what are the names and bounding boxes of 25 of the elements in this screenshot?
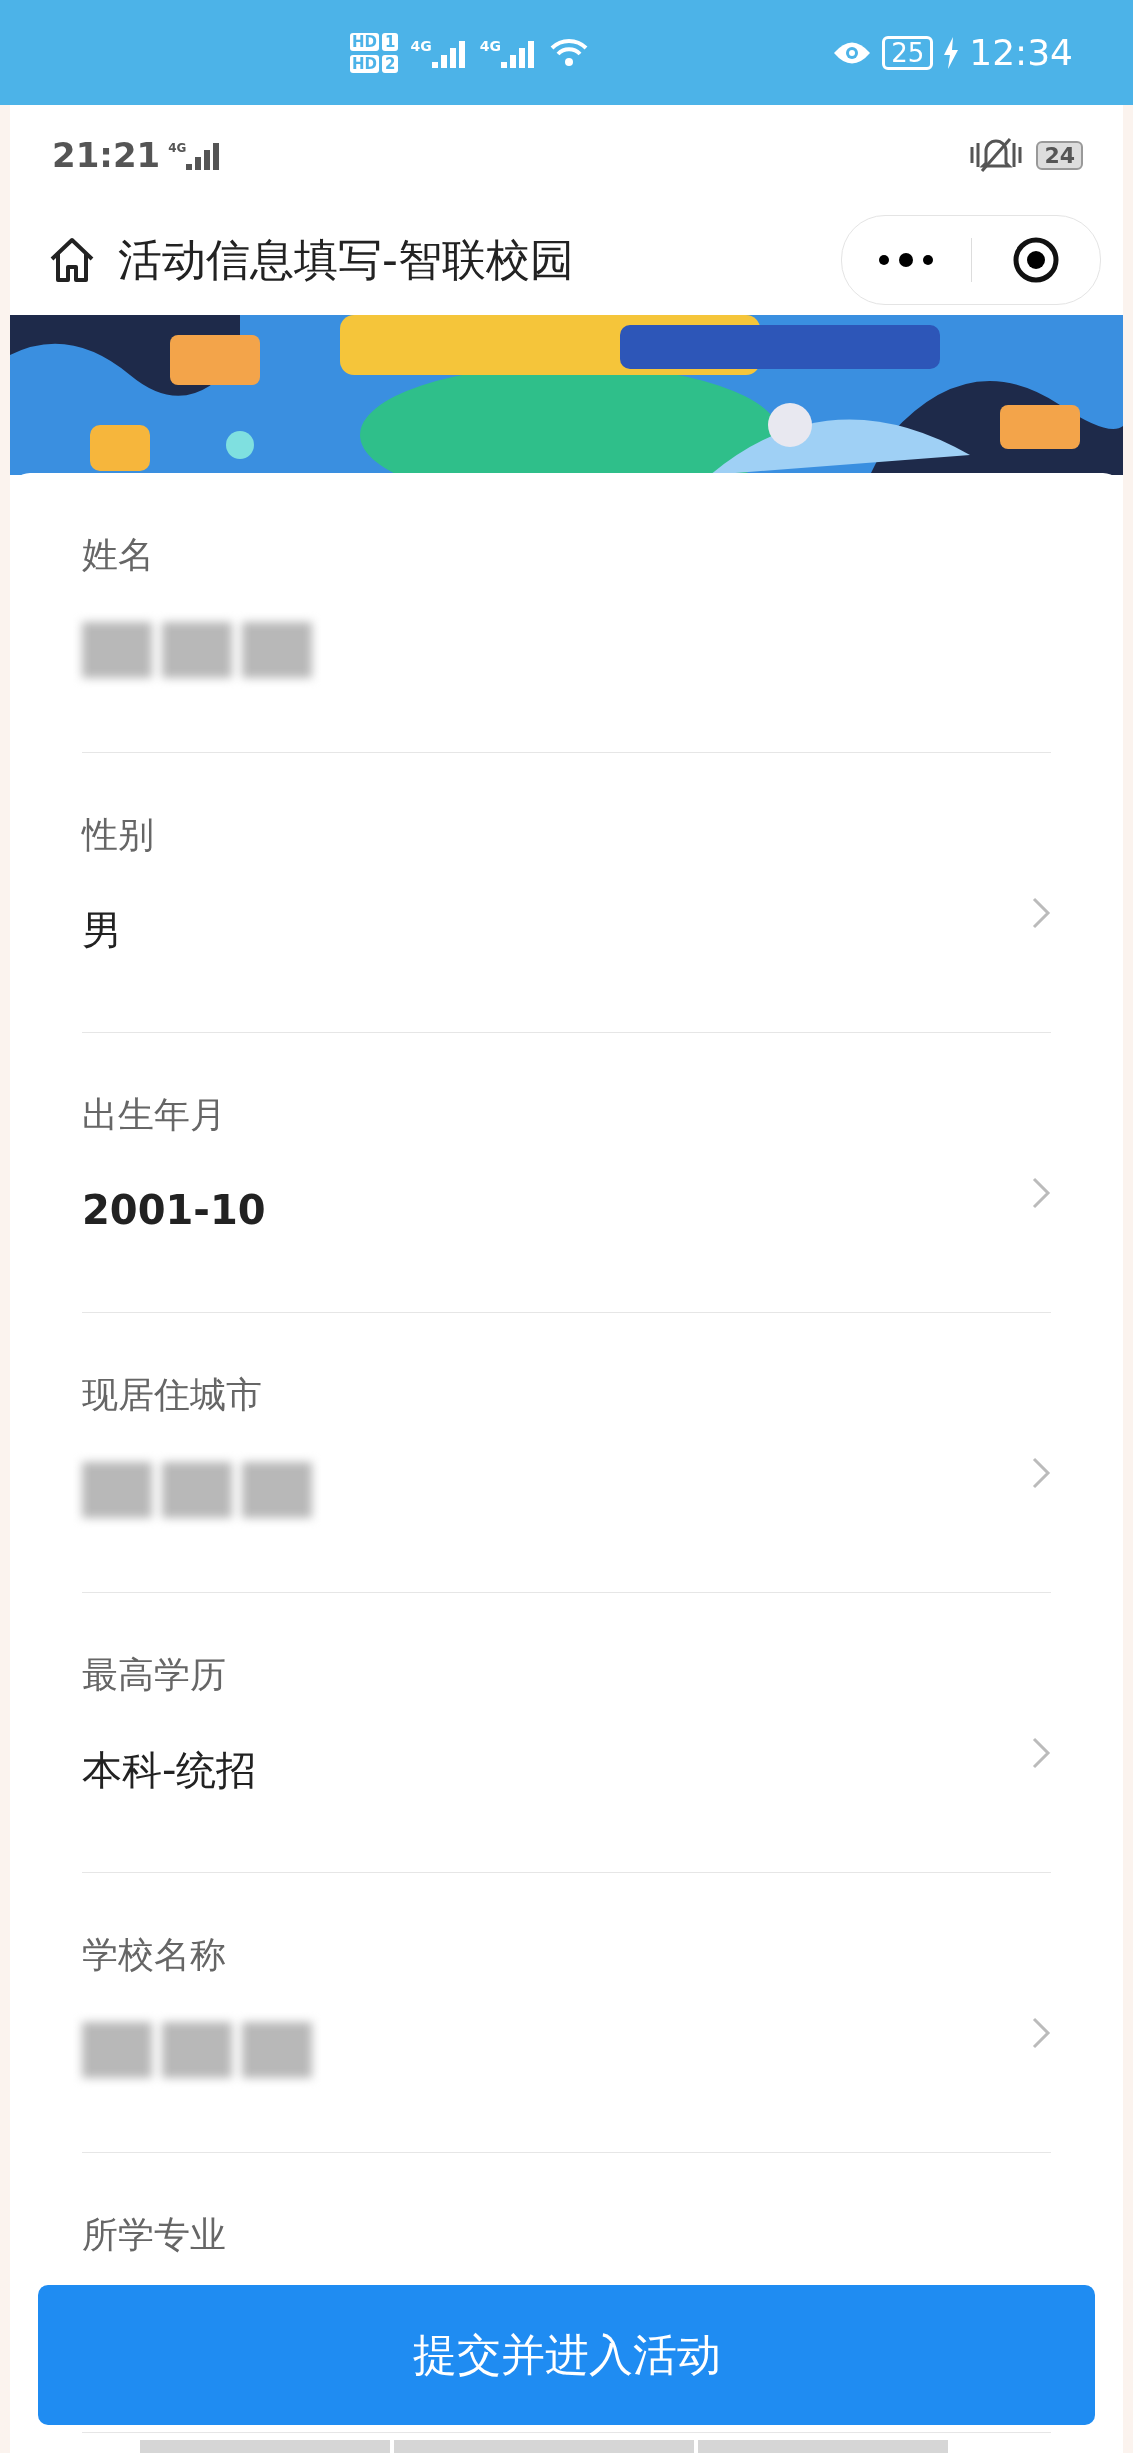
field-label: 学校名称 xyxy=(82,1933,227,1977)
battery-level: 25 xyxy=(882,35,934,70)
wifi-icon xyxy=(548,36,589,69)
battery-level: 24 xyxy=(1036,140,1083,170)
sim-slot: 2 xyxy=(382,54,399,73)
clock-time: 12:34 xyxy=(969,32,1073,73)
field-value[interactable]: 2001-10 xyxy=(82,1182,1031,1238)
clock-time: 21:21 xyxy=(52,135,161,175)
field-label: 出生年月 xyxy=(82,1093,227,1137)
field-label: 姓名 xyxy=(82,533,155,577)
field-value[interactable]: 男 xyxy=(82,902,1031,958)
field-label: 现居住城市 xyxy=(82,1373,263,1417)
field-label: 所学专业 xyxy=(82,2213,227,2257)
network-type: 4G xyxy=(479,37,501,54)
home-icon[interactable] xyxy=(48,237,96,283)
vibrate-mute-icon xyxy=(968,137,1025,173)
hd-badge: HD xyxy=(350,32,379,51)
sim-slot: 1 xyxy=(382,32,399,51)
field-label: 最高学历 xyxy=(82,1653,227,1697)
field-label: 性别 xyxy=(82,813,155,857)
network-type: 4G xyxy=(168,141,187,155)
page-title: 活动信息填写-智联校园 xyxy=(118,232,574,287)
field-value[interactable]: 本科-统招 xyxy=(82,1742,1031,1798)
network-type: 4G xyxy=(410,37,432,54)
hd-badge: HD xyxy=(350,54,379,73)
